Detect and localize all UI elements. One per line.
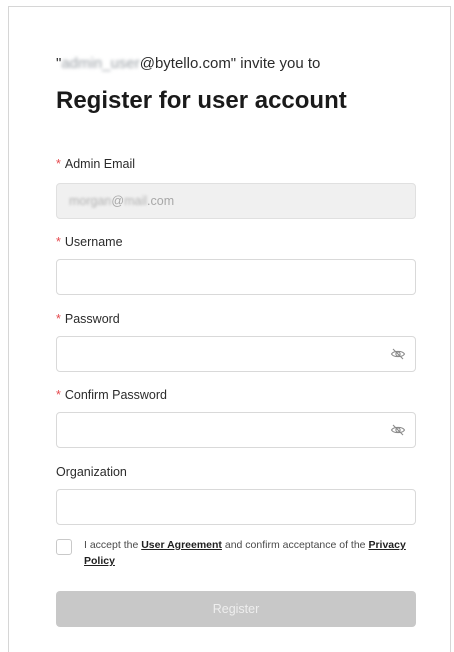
agreement-checkbox[interactable] bbox=[56, 539, 72, 555]
eye-off-icon[interactable] bbox=[390, 346, 406, 362]
admin-email-label: * Admin Email bbox=[56, 157, 135, 171]
register-card: "admin_user@bytello.com" invite you to R… bbox=[8, 6, 451, 652]
confirm-password-input[interactable] bbox=[56, 412, 416, 448]
required-mark: * bbox=[56, 157, 61, 171]
admin-email-field: morgan@mail.com bbox=[56, 183, 416, 219]
agreement-text-before: I accept the bbox=[84, 539, 142, 551]
register-button[interactable]: Register bbox=[56, 591, 416, 627]
required-mark: * bbox=[56, 388, 61, 402]
username-label: * Username bbox=[56, 235, 123, 249]
confirm-password-field-wrapper bbox=[56, 412, 416, 448]
confirm-password-label-text: Confirm Password bbox=[64, 388, 167, 402]
admin-email-masked-local: morgan bbox=[69, 194, 112, 208]
admin-email-label-text: Admin Email bbox=[64, 157, 136, 171]
admin-email-masked-domain: mail bbox=[124, 194, 148, 208]
invite-masked-user: admin_user bbox=[61, 55, 140, 72]
admin-email-at: @ bbox=[111, 194, 125, 208]
password-field-wrapper bbox=[56, 336, 416, 372]
organization-label: Organization bbox=[56, 465, 127, 479]
eye-off-icon[interactable] bbox=[390, 422, 406, 438]
invite-domain: @bytello.com" bbox=[139, 55, 237, 72]
organization-label-text: Organization bbox=[56, 465, 127, 479]
password-label: * Password bbox=[56, 312, 120, 326]
page-title: Register for user account bbox=[56, 87, 347, 114]
required-mark: * bbox=[56, 235, 61, 249]
invite-line: "admin_user@bytello.com" invite you to bbox=[56, 55, 320, 72]
username-input[interactable] bbox=[56, 259, 416, 295]
organization-input[interactable] bbox=[56, 489, 416, 525]
password-input[interactable] bbox=[56, 336, 416, 372]
password-label-text: Password bbox=[64, 312, 120, 326]
required-mark: * bbox=[56, 312, 61, 326]
agreement-text-middle: and confirm acceptance of the bbox=[221, 539, 369, 551]
invite-suffix: invite you to bbox=[236, 55, 321, 72]
confirm-password-label: * Confirm Password bbox=[56, 388, 167, 402]
agreement-text: I accept the User Agreement and confirm … bbox=[84, 537, 414, 569]
username-label-text: Username bbox=[64, 235, 123, 249]
user-agreement-link[interactable]: User Agreement bbox=[141, 539, 222, 551]
admin-email-tld: .com bbox=[147, 194, 175, 208]
